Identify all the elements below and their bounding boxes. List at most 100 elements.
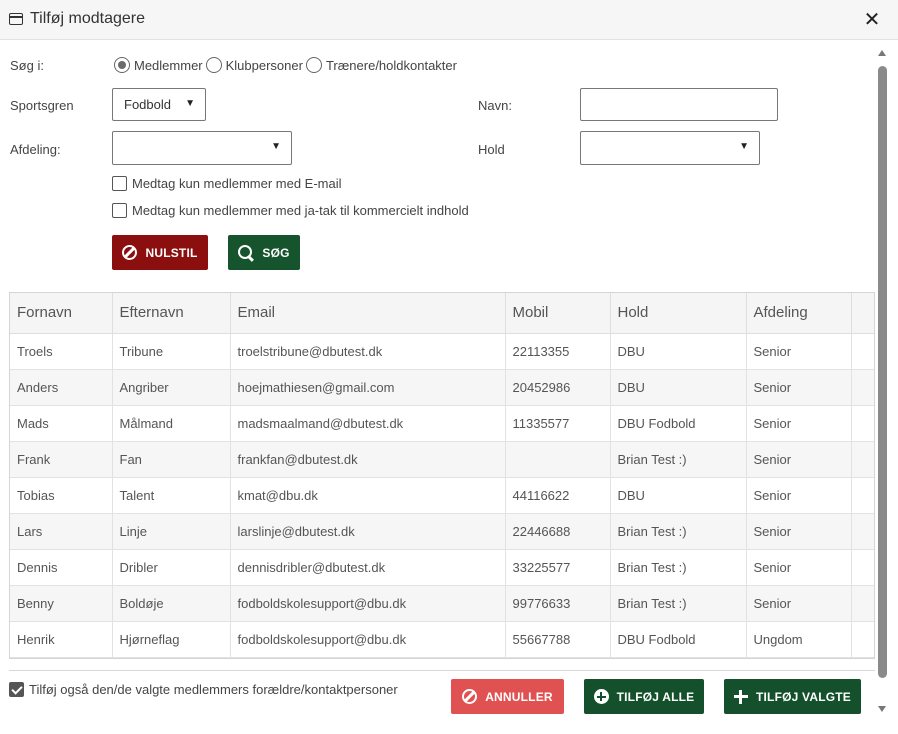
cell-department: Senior [746, 333, 852, 370]
table-row[interactable]: Henrik Hjørneflag fodboldskolesupport@db… [10, 621, 874, 658]
chevron-down-icon: ▼ [271, 141, 281, 152]
cell-department: Ungdom [746, 621, 852, 658]
reset-button[interactable]: NULSTIL [112, 235, 208, 270]
cell-lastname: Målmand [112, 405, 231, 442]
radio-coaches-circle[interactable] [305, 57, 322, 73]
cell-mobile: 99776633 [505, 585, 611, 622]
radio-members[interactable]: Medlemmer [114, 57, 203, 73]
cell-email: larslinje@dbutest.dk [230, 513, 506, 550]
cell-mobile: 33225577 [505, 549, 611, 586]
close-icon[interactable]: ✕ [862, 9, 882, 31]
cell-team: DBU [610, 333, 747, 370]
table-row[interactable]: Mads Målmand madsmaalmand@dbutest.dk 113… [10, 405, 874, 442]
chevron-down-icon: ▼ [739, 141, 749, 152]
cell-department: Senior [746, 549, 852, 586]
include-parents-checkbox[interactable]: Tilføj også den/de valgte medlemmers for… [9, 682, 398, 697]
radio-coaches[interactable]: Trænere/holdkontakter [305, 57, 457, 73]
cancel-button[interactable]: ANNULLER [451, 679, 564, 714]
scrollbar-thumb[interactable] [878, 66, 887, 678]
column-header-team[interactable]: Hold [610, 293, 747, 334]
add-all-button[interactable]: TILFØJ ALLE [584, 679, 704, 714]
column-header-lastname[interactable]: Efternavn [112, 293, 231, 334]
cell-department: Senior [746, 477, 852, 514]
radio-members-circle[interactable] [114, 57, 130, 73]
cell-lastname: Hjørneflag [112, 621, 231, 658]
table-row[interactable]: Lars Linje larslinje@dbutest.dk 22446688… [10, 513, 874, 550]
department-label: Afdeling: [10, 142, 61, 157]
search-in-label: Søg i: [10, 58, 44, 73]
radio-club-persons-circle[interactable] [205, 57, 222, 73]
email-only-checkbox-box[interactable] [112, 176, 127, 191]
commercial-only-checkbox-box[interactable] [112, 203, 127, 218]
cell-firstname: Troels [10, 333, 113, 370]
cell-team: Brian Test :) [610, 585, 747, 622]
cell-mobile [505, 441, 611, 478]
radio-club-persons-label: Klubpersoner [225, 57, 303, 73]
reset-button-label: NULSTIL [145, 245, 198, 260]
cell-extra [851, 477, 874, 514]
dialog-title: Tilføj modtagere [30, 10, 145, 27]
cell-lastname: Tribune [112, 333, 231, 370]
cell-team: Brian Test :) [610, 513, 747, 550]
column-header-mobile[interactable]: Mobil [505, 293, 611, 334]
scroll-down-icon[interactable] [878, 706, 886, 712]
cell-department: Senior [746, 405, 852, 442]
search-button-label: SØG [262, 245, 290, 260]
radio-club-persons[interactable]: Klubpersoner [205, 57, 303, 73]
sport-label: Sportsgren [10, 98, 74, 113]
cell-lastname: Fan [112, 441, 231, 478]
cell-extra [851, 585, 874, 622]
search-icon [238, 244, 254, 261]
plus-icon [733, 689, 748, 704]
column-header-firstname[interactable]: Fornavn [10, 293, 113, 334]
add-selected-button[interactable]: TILFØJ VALGTE [724, 679, 861, 714]
commercial-only-checkbox[interactable]: Medtag kun medlemmer med ja-tak til komm… [112, 203, 469, 218]
cell-firstname: Tobias [10, 477, 113, 514]
table-row[interactable]: Troels Tribune troelstribune@dbutest.dk … [10, 333, 874, 370]
table-row[interactable]: Benny Boldøje fodboldskolesupport@dbu.dk… [10, 585, 874, 622]
email-only-checkbox[interactable]: Medtag kun medlemmer med E-mail [112, 176, 342, 191]
cell-firstname: Henrik [10, 621, 113, 658]
sport-select[interactable]: Fodbold ▼ [112, 88, 206, 121]
cell-email: fodboldskolesupport@dbu.dk [230, 621, 506, 658]
dialog-titlebar: Tilføj modtagere ✕ [0, 0, 898, 40]
footer-divider [9, 670, 875, 671]
cell-firstname: Benny [10, 585, 113, 622]
scroll-up-icon[interactable] [878, 50, 886, 56]
cell-mobile: 22446688 [505, 513, 611, 550]
include-parents-checkbox-box[interactable] [9, 682, 24, 697]
cell-mobile: 20452986 [505, 369, 611, 406]
table-row[interactable]: Frank Fan frankfan@dbutest.dk Brian Test… [10, 441, 874, 478]
team-select[interactable]: ▼ [580, 131, 760, 165]
results-grid: Fornavn Efternavn Email Mobil Hold Afdel… [9, 292, 875, 659]
results-table: Fornavn Efternavn Email Mobil Hold Afdel… [10, 293, 874, 658]
cell-lastname: Linje [112, 513, 231, 550]
search-button[interactable]: SØG [228, 235, 300, 270]
column-header-email[interactable]: Email [230, 293, 506, 334]
cell-extra [851, 513, 874, 550]
cell-team: Brian Test :) [610, 441, 747, 478]
department-select[interactable]: ▼ [112, 131, 292, 165]
cell-mobile: 55667788 [505, 621, 611, 658]
table-row[interactable]: Tobias Talent kmat@dbu.dk 44116622 DBU S… [10, 477, 874, 514]
cell-firstname: Frank [10, 441, 113, 478]
cell-mobile: 44116622 [505, 477, 611, 514]
column-header-department[interactable]: Afdeling [746, 293, 852, 334]
cell-team: DBU Fodbold [610, 405, 747, 442]
window-icon [9, 13, 23, 25]
cell-team: Brian Test :) [610, 549, 747, 586]
table-row[interactable]: Anders Angriber hoejmathiesen@gmail.com … [10, 369, 874, 406]
cell-firstname: Mads [10, 405, 113, 442]
cell-lastname: Dribler [112, 549, 231, 586]
cell-lastname: Angriber [112, 369, 231, 406]
table-row[interactable]: Dennis Dribler dennisdribler@dbutest.dk … [10, 549, 874, 586]
search-in-radio-group: Medlemmer Klubpersoner Trænere/holdkonta… [114, 56, 460, 74]
name-input[interactable] [580, 88, 778, 121]
cell-mobile: 22113355 [505, 333, 611, 370]
cell-department: Senior [746, 585, 852, 622]
cell-firstname: Anders [10, 369, 113, 406]
cell-extra [851, 441, 874, 478]
cell-team: DBU [610, 477, 747, 514]
vertical-scrollbar[interactable] [876, 46, 888, 720]
cell-team: DBU Fodbold [610, 621, 747, 658]
